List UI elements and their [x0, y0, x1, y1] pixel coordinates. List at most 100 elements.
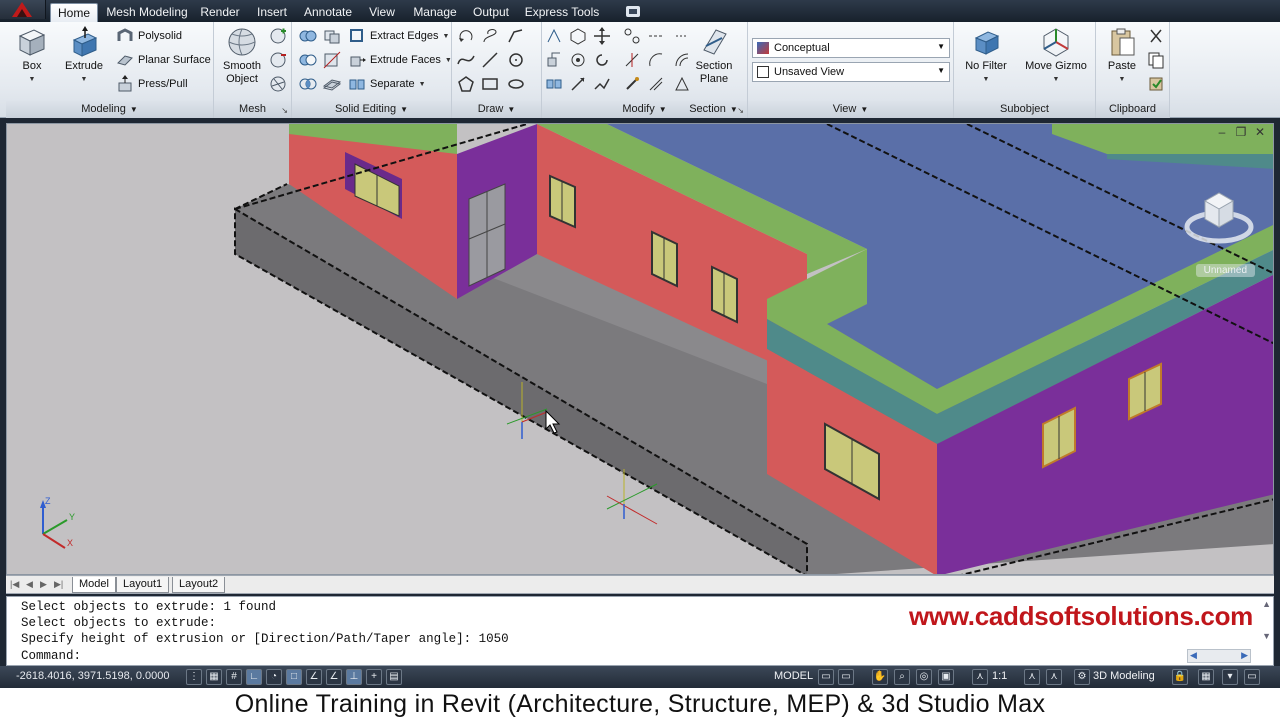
model-space-label[interactable]: MODEL	[774, 670, 813, 682]
named-view-dropdown[interactable]: Unsaved View ▼	[752, 62, 950, 82]
command-scroll-down-icon[interactable]: ▼	[1262, 631, 1271, 641]
tab-express-tools[interactable]: Express Tools	[522, 3, 602, 22]
slice-icon[interactable]	[322, 50, 342, 70]
helix-icon[interactable]	[480, 26, 500, 46]
workspace-switching-icon[interactable]: ⚙	[1074, 669, 1090, 685]
presspull-button[interactable]: Press/Pull	[116, 74, 188, 94]
mesh-refine-icon[interactable]	[268, 74, 288, 94]
3d-mirror-icon[interactable]	[544, 74, 564, 94]
paste-button[interactable]: Paste ▼	[1102, 26, 1142, 86]
planar-surface-button[interactable]: Planar Surface	[116, 50, 211, 70]
copy-icon[interactable]	[622, 26, 642, 46]
tab-annotate[interactable]: Annotate	[300, 3, 356, 22]
scale-icon[interactable]	[568, 74, 588, 94]
hardware-acceleration-icon[interactable]: ▦	[1198, 669, 1214, 685]
snap-mode-icon[interactable]: ▦	[206, 669, 222, 685]
3d-align-icon[interactable]	[544, 50, 564, 70]
mesh-launcher-icon[interactable]: ↘	[281, 106, 288, 115]
steeringwheel-icon[interactable]: ◎	[916, 669, 932, 685]
rotate-icon[interactable]	[456, 26, 476, 46]
union-icon[interactable]	[298, 26, 318, 46]
panel-mesh-title[interactable]: Mesh	[214, 101, 291, 118]
erase-icon[interactable]	[646, 50, 666, 70]
move-icon[interactable]	[592, 26, 612, 46]
dynamic-input-icon[interactable]: +	[366, 669, 382, 685]
status-menu-icon[interactable]: ▾	[1222, 669, 1238, 685]
ucs-menu-label[interactable]: Unnamed	[1195, 264, 1255, 277]
3d-array-icon[interactable]	[568, 50, 588, 70]
panel-draw-title[interactable]: Draw ▼	[452, 101, 541, 118]
smooth-object-button[interactable]: Smooth Object	[218, 26, 266, 86]
next-layout-icon[interactable]: ▶	[40, 579, 47, 590]
panel-view-title[interactable]: View ▼	[748, 101, 953, 118]
first-layout-icon[interactable]: |◀	[10, 579, 19, 590]
tab-view[interactable]: View	[364, 3, 400, 22]
command-hscrollbar[interactable]: ◀ ▶	[1187, 649, 1251, 663]
circle-icon[interactable]	[506, 50, 526, 70]
match-clip-icon[interactable]	[1146, 74, 1166, 94]
object-snap-tracking-icon[interactable]: ∠	[326, 669, 342, 685]
subtract-icon[interactable]	[298, 50, 318, 70]
stretch-icon[interactable]	[592, 74, 612, 94]
viewport-close-icon[interactable]: ✕	[1253, 126, 1267, 139]
dynamic-ucs-icon[interactable]: ⊥	[346, 669, 362, 685]
extract-edges-button[interactable]: Extract Edges ▼	[348, 26, 449, 46]
tab-layout2[interactable]: Layout2	[172, 577, 226, 593]
infer-constraints-icon[interactable]: ⋮	[186, 669, 202, 685]
last-layout-icon[interactable]: ▶|	[54, 579, 63, 590]
model-viewport[interactable]: Z Y X – ❐ ✕ Unnamed	[6, 123, 1274, 575]
mesh-smooth-more-icon[interactable]	[268, 26, 288, 46]
hscroll-right-icon[interactable]: ▶	[1241, 650, 1248, 661]
panel-modeling-title[interactable]: Modeling ▼	[6, 101, 213, 118]
tab-home[interactable]: Home	[50, 3, 98, 22]
no-filter-button[interactable]: No Filter ▼	[958, 26, 1014, 86]
lineweight-icon[interactable]: ▤	[386, 669, 402, 685]
match-properties-icon[interactable]	[622, 74, 642, 94]
object-snap-icon[interactable]: □	[286, 669, 302, 685]
quick-view-layouts-icon[interactable]: ▭	[818, 669, 834, 685]
extrude-faces-button[interactable]: Extrude Faces ▼	[348, 50, 452, 70]
tab-layout1[interactable]: Layout1	[116, 577, 170, 593]
fillet-icon[interactable]	[646, 26, 666, 46]
polar-tracking-icon[interactable]: ◔	[266, 669, 282, 685]
viewport-minimize-icon[interactable]: –	[1215, 126, 1229, 139]
ortho-mode-icon[interactable]: ∟	[246, 669, 262, 685]
annotation-scale-icon[interactable]: ⋏	[972, 669, 988, 685]
hatch-icon[interactable]	[646, 74, 666, 94]
workspace-name[interactable]: 3D Modeling	[1093, 670, 1155, 682]
viewcube-icon[interactable]	[1181, 179, 1261, 259]
auto-scale-icon[interactable]: ⋏	[1046, 669, 1062, 685]
tab-model[interactable]: Model	[72, 577, 116, 593]
thicken-icon[interactable]	[322, 74, 342, 94]
rotate-2d-icon[interactable]	[592, 50, 612, 70]
zoom-icon[interactable]: ⌕	[894, 669, 910, 685]
3d-rotate-icon[interactable]	[568, 26, 588, 46]
viewport-restore-icon[interactable]: ❐	[1234, 126, 1248, 139]
section-launcher-icon[interactable]: ↘	[737, 106, 744, 115]
panel-solid-editing-title[interactable]: Solid Editing ▼	[292, 101, 451, 118]
section-plane-button[interactable]: Section Plane	[686, 26, 742, 86]
box-button[interactable]: Box ▼	[12, 26, 52, 86]
spline-icon[interactable]	[456, 50, 476, 70]
3d-object-snap-icon[interactable]: ∠	[306, 669, 322, 685]
toolbar-lock-icon[interactable]: 🔒	[1172, 669, 1188, 685]
minimize-ribbon-icon[interactable]	[626, 6, 640, 17]
line-icon[interactable]	[480, 50, 500, 70]
tab-render[interactable]: Render	[196, 3, 244, 22]
annotation-scale-value[interactable]: 1:1	[992, 670, 1007, 682]
clean-screen-icon[interactable]: ▭	[1244, 669, 1260, 685]
quick-view-drawings-icon[interactable]: ▭	[838, 669, 854, 685]
grid-display-icon[interactable]: #	[226, 669, 242, 685]
cursor-coordinates[interactable]: -2618.4016, 3971.5198, 0.0000	[16, 670, 170, 682]
mesh-smooth-less-icon[interactable]	[268, 50, 288, 70]
annotation-visibility-icon[interactable]: ⋏	[1024, 669, 1040, 685]
polygon-icon[interactable]	[456, 74, 476, 94]
copy-clip-icon[interactable]	[1146, 50, 1166, 70]
separate-button[interactable]: Separate ▼	[348, 74, 426, 94]
tab-insert[interactable]: Insert	[250, 3, 294, 22]
pan-icon[interactable]: ✋	[872, 669, 888, 685]
panel-clipboard-title[interactable]: Clipboard	[1096, 101, 1169, 118]
building-model-3d[interactable]: Z Y X	[7, 124, 1274, 575]
extrude-button[interactable]: Extrude ▼	[60, 26, 108, 86]
tab-output[interactable]: Output	[468, 3, 514, 22]
